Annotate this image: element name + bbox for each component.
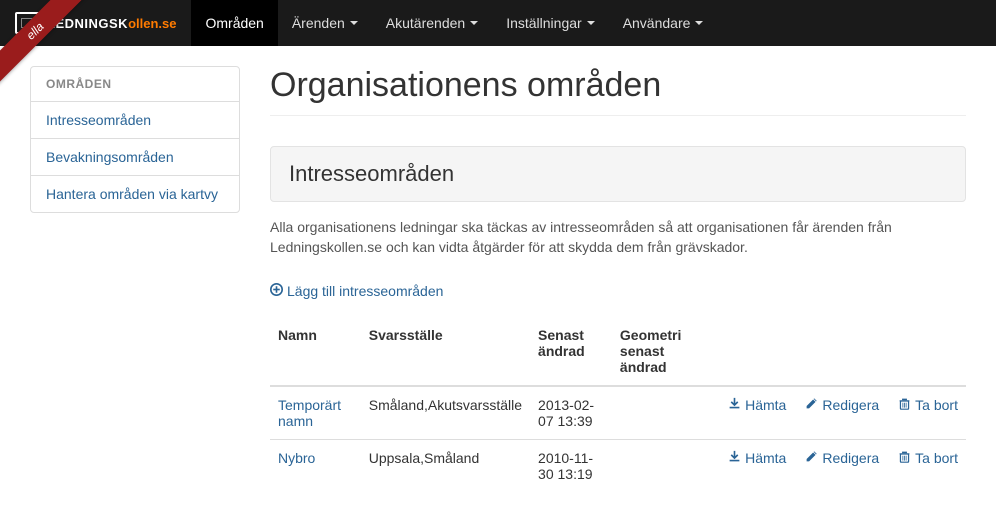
- download-label: Hämta: [745, 397, 786, 413]
- edit-icon: [804, 450, 818, 466]
- row-svarsstalle: Småland,Akutsvarsställe: [361, 386, 530, 440]
- delete-action[interactable]: Ta bort: [897, 450, 958, 466]
- edit-label: Redigera: [822, 450, 879, 466]
- section-description: Alla organisationens ledningar ska täcka…: [270, 217, 966, 258]
- row-svarsstalle: Uppsala,Småland: [361, 439, 530, 492]
- section-header: Intresseområden: [270, 146, 966, 202]
- chevron-down-icon: [695, 21, 703, 25]
- row-senast: 2013-02-07 13:39: [530, 386, 612, 440]
- col-name: Namn: [270, 317, 361, 386]
- nav-item-0[interactable]: Områden: [191, 0, 277, 46]
- ribbon: ella: [0, 0, 90, 90]
- download-icon: [727, 397, 741, 413]
- nav-item-1[interactable]: Ärenden: [278, 0, 372, 46]
- col-senast: Senast ändrad: [530, 317, 612, 386]
- sidebar-item-label: Hantera områden via kartvy: [46, 186, 218, 202]
- row-geometri: [612, 386, 719, 440]
- trash-icon: [897, 397, 911, 413]
- download-icon: [727, 450, 741, 466]
- sidebar-item-0[interactable]: Intresseområden: [31, 102, 239, 139]
- download-action[interactable]: Hämta: [727, 450, 786, 466]
- nav-item-2[interactable]: Akutärenden: [372, 0, 492, 46]
- edit-action[interactable]: Redigera: [804, 397, 879, 413]
- row-geometri: [612, 439, 719, 492]
- chevron-down-icon: [350, 21, 358, 25]
- row-name-link[interactable]: Nybro: [278, 450, 315, 466]
- table-row: Nybro Uppsala,Småland2010-11-30 13:19 Hämt…: [270, 439, 966, 492]
- row-actions: Hämta Redigera Ta bort: [719, 439, 966, 492]
- sidebar-item-label: Bevakningsområden: [46, 149, 174, 165]
- areas-table: Namn Svarsställe Senast ändrad Geometri …: [270, 317, 966, 492]
- download-action[interactable]: Hämta: [727, 397, 786, 413]
- nav-item-label: Områden: [205, 15, 263, 31]
- main-content: Organisationens områden Intresseområden …: [270, 66, 966, 492]
- sidebar: OMRÅDEN IntresseområdenBevakningsområden…: [30, 66, 240, 492]
- chevron-down-icon: [470, 21, 478, 25]
- nav-item-3[interactable]: Inställningar: [492, 0, 609, 46]
- delete-action[interactable]: Ta bort: [897, 397, 958, 413]
- col-geometri: Geometri senast ändrad: [612, 317, 719, 386]
- logo-text-2: ollen.se: [128, 16, 176, 31]
- plus-icon: [270, 283, 283, 299]
- row-senast: 2010-11-30 13:19: [530, 439, 612, 492]
- nav-item-label: Användare: [623, 15, 691, 31]
- edit-icon: [804, 397, 818, 413]
- col-actions: [719, 317, 966, 386]
- table-header-row: Namn Svarsställe Senast ändrad Geometri …: [270, 317, 966, 386]
- delete-label: Ta bort: [915, 450, 958, 466]
- row-name-link[interactable]: Temporärt namn: [278, 397, 341, 429]
- trash-icon: [897, 450, 911, 466]
- ribbon-label: ella: [0, 0, 89, 85]
- nav-item-label: Ärenden: [292, 15, 345, 31]
- chevron-down-icon: [587, 21, 595, 25]
- nav-item-4[interactable]: Användare: [609, 0, 718, 46]
- nav-item-label: Inställningar: [506, 15, 582, 31]
- download-label: Hämta: [745, 450, 786, 466]
- sidebar-item-2[interactable]: Hantera områden via kartvy: [31, 176, 239, 212]
- nav-item-label: Akutärenden: [386, 15, 465, 31]
- edit-action[interactable]: Redigera: [804, 450, 879, 466]
- sidebar-item-label: Intresseområden: [46, 112, 151, 128]
- page-title: Organisationens områden: [270, 66, 966, 116]
- add-area-link[interactable]: Lägg till intresseområden: [270, 283, 443, 299]
- add-area-label: Lägg till intresseområden: [287, 283, 443, 299]
- col-svarsstalle: Svarsställe: [361, 317, 530, 386]
- top-navbar: LEDNINGSKollen.se OmrådenÄrendenAkutären…: [0, 0, 996, 46]
- delete-label: Ta bort: [915, 397, 958, 413]
- row-actions: Hämta Redigera Ta bort: [719, 386, 966, 440]
- edit-label: Redigera: [822, 397, 879, 413]
- table-row: Temporärt namn Småland,Akutsvarsställe201…: [270, 386, 966, 440]
- sidebar-item-1[interactable]: Bevakningsområden: [31, 139, 239, 176]
